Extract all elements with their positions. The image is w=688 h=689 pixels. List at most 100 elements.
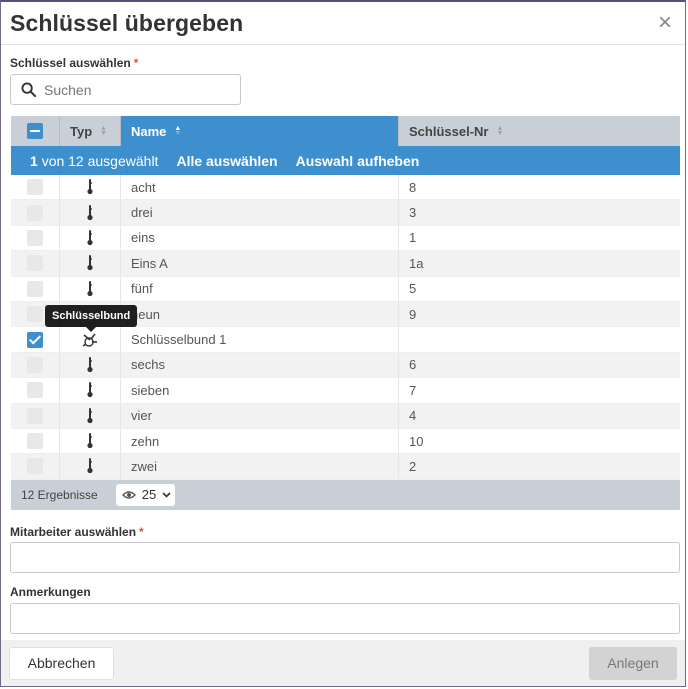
row-checkbox[interactable] — [27, 331, 43, 348]
sort-icon: ▲ ▼ — [100, 125, 108, 137]
row-name: zehn — [121, 428, 399, 454]
column-name-label: Name — [131, 123, 167, 139]
key-icon — [60, 428, 121, 454]
table-row[interactable]: fünf 5 — [11, 276, 680, 302]
select-all-checkbox[interactable] — [27, 123, 43, 139]
close-icon[interactable]: × — [655, 11, 675, 35]
row-checkbox[interactable] — [27, 306, 43, 323]
keyring-tooltip: Schlüsselbund — [45, 305, 138, 332]
employee-label-text: Mitarbeiter auswählen — [10, 525, 137, 539]
row-name: Eins A — [121, 251, 399, 276]
row-checkbox[interactable] — [27, 229, 43, 246]
row-checkbox-cell — [11, 378, 60, 403]
row-key-number: 4 — [409, 408, 417, 424]
row-checkbox-cell — [11, 276, 60, 301]
key-icon — [60, 378, 121, 403]
row-key-number: 5 — [409, 281, 417, 297]
row-checkbox[interactable] — [27, 280, 43, 297]
table-row[interactable]: sieben 7 — [11, 378, 680, 404]
key-icon — [60, 276, 121, 301]
row-checkbox-cell — [11, 200, 60, 225]
search-input[interactable] — [42, 80, 226, 99]
notes-field-label: Anmerkungen — [10, 585, 91, 599]
search-icon — [21, 82, 36, 97]
selection-bar: 1 von 12 ausgewählt Alle auswählen Auswa… — [11, 146, 680, 175]
row-checkbox-cell — [11, 327, 60, 352]
table-row[interactable]: vier 4 — [11, 403, 680, 429]
row-name: neun — [121, 301, 399, 327]
notes-input[interactable] — [10, 603, 680, 634]
row-checkbox[interactable] — [27, 458, 43, 475]
required-mark: * — [133, 56, 139, 70]
sort-icon: ▲ ▼ — [496, 125, 504, 137]
grid-body: acht 8 drei 3 eins 1 Eins A 1a fünf 5 neun 9 Schlüss… — [11, 175, 680, 480]
eye-icon — [121, 491, 136, 499]
row-key-number: 9 — [409, 306, 417, 322]
row-name: zwei — [121, 454, 399, 479]
row-checkbox-cell — [11, 403, 60, 428]
selection-count-number: 1 — [30, 152, 38, 169]
row-checkbox[interactable] — [27, 433, 43, 450]
dialog-header: Schlüssel übergeben × — [1, 2, 685, 45]
row-name: drei — [121, 200, 399, 225]
table-row[interactable]: Schlüsselbund 1 — [11, 327, 680, 353]
table-row[interactable]: drei 3 — [11, 200, 680, 226]
key-icon — [60, 352, 121, 378]
search-box[interactable] — [10, 74, 241, 105]
row-checkbox[interactable] — [27, 407, 43, 424]
column-nr-label: Schlüssel-Nr — [409, 123, 489, 139]
row-checkbox[interactable] — [27, 382, 43, 399]
table-row[interactable]: Eins A 1a — [11, 251, 680, 277]
row-key-number — [399, 327, 680, 351]
row-key-number: 2 — [409, 458, 417, 474]
table-row[interactable]: acht 8 — [11, 175, 680, 201]
create-button[interactable]: Anlegen — [589, 646, 677, 680]
column-header-nr[interactable]: Schlüssel-Nr ▲ ▼ — [399, 116, 680, 146]
table-row[interactable]: eins 1 — [11, 225, 680, 252]
column-typ-label: Typ — [70, 123, 93, 139]
column-header-typ[interactable]: Typ ▲ ▼ — [60, 116, 121, 146]
row-name: Schlüsselbund 1 — [121, 327, 399, 352]
row-checkbox-cell — [11, 251, 60, 276]
table-row[interactable]: zehn 10 — [11, 428, 680, 455]
row-name: acht — [121, 175, 399, 200]
row-key-number: 3 — [409, 205, 417, 221]
key-icon — [60, 454, 121, 479]
clear-selection-link[interactable]: Auswahl aufheben — [296, 153, 420, 169]
key-icon — [60, 200, 121, 225]
row-checkbox-cell — [11, 428, 60, 454]
page-size-select[interactable]: 25 — [115, 483, 176, 506]
row-checkbox-cell — [11, 225, 60, 251]
cancel-button[interactable]: Abbrechen — [9, 646, 114, 680]
row-name: sechs — [121, 352, 399, 378]
keys-field-label: Schlüssel auswählen * — [10, 56, 138, 70]
required-mark: * — [139, 525, 144, 539]
table-row[interactable]: sechs 6 — [11, 352, 680, 379]
grid-header: Typ ▲ ▼ Name ▲ ▼ Schlüssel-Nr ▲ ▼ — [11, 116, 680, 146]
results-count: 12 Ergebnisse — [21, 487, 98, 502]
row-checkbox[interactable] — [27, 204, 43, 221]
row-checkbox[interactable] — [27, 255, 43, 272]
row-checkbox[interactable] — [27, 179, 43, 196]
row-name: fünf — [121, 276, 399, 301]
column-header-name[interactable]: Name ▲ ▼ — [121, 116, 399, 146]
row-key-number: 8 — [409, 179, 417, 195]
dialog: Schlüssel übergeben × Schlüssel auswähle… — [0, 0, 686, 687]
row-checkbox[interactable] — [27, 356, 43, 373]
row-checkbox-cell — [11, 454, 60, 479]
row-key-number: 6 — [409, 357, 417, 373]
row-key-number: 1 — [409, 230, 417, 246]
grid-footer: 12 Ergebnisse 25 — [11, 479, 680, 510]
page-size-value: 25 — [141, 487, 157, 503]
row-name: eins — [121, 225, 399, 251]
row-name: vier — [121, 403, 399, 428]
selection-count-text: von 12 ausgewählt — [41, 152, 159, 169]
dialog-footer: Abbrechen Anlegen — [1, 640, 685, 686]
employee-field-label: Mitarbeiter auswählen * — [10, 525, 144, 539]
row-key-number: 7 — [409, 382, 417, 398]
table-row[interactable]: zwei 2 — [11, 454, 680, 480]
employee-select[interactable] — [10, 542, 680, 573]
sort-asc-icon: ▲ ▼ — [174, 125, 182, 137]
row-key-number: 10 — [409, 433, 424, 449]
select-all-link[interactable]: Alle auswählen — [176, 153, 277, 169]
